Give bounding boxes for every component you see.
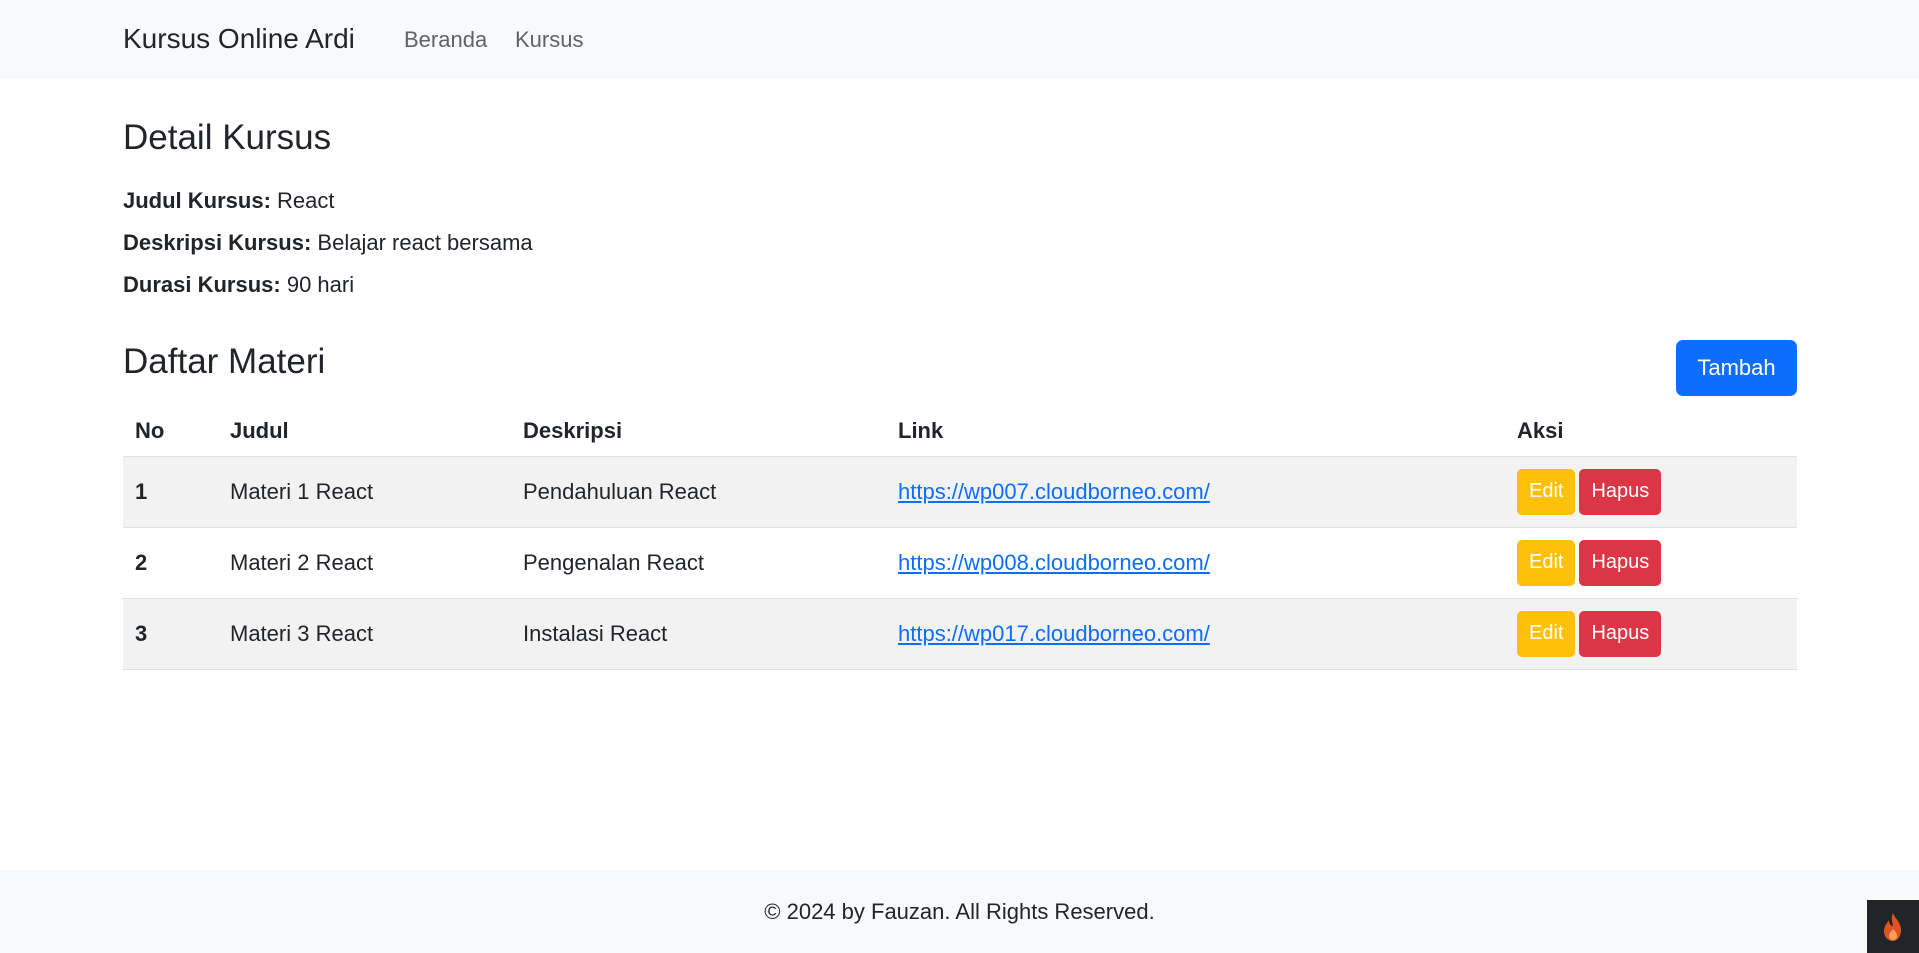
column-header-no: No [123, 406, 218, 457]
cell-link: https://wp017.cloudborneo.com/ [886, 598, 1505, 670]
nav-link-kursus[interactable]: Kursus [515, 26, 583, 54]
edit-button[interactable]: Edit [1517, 610, 1576, 657]
footer-copyright: © 2024 by Fauzan. All Rights Reserved. [764, 899, 1155, 924]
navbar-brand[interactable]: Kursus Online Ardi [123, 22, 355, 56]
cell-judul: Materi 1 React [218, 456, 511, 528]
info-deskripsi-value: Belajar react bersama [317, 230, 533, 255]
column-header-deskripsi: Deskripsi [511, 406, 886, 457]
cell-no: 3 [123, 598, 218, 670]
materi-link[interactable]: https://wp017.cloudborneo.com/ [898, 621, 1210, 646]
cell-aksi: Edit Hapus [1505, 456, 1797, 528]
cell-no: 2 [123, 527, 218, 599]
hapus-button[interactable]: Hapus [1579, 468, 1662, 515]
navbar: Kursus Online Ardi Beranda Kursus [0, 0, 1919, 79]
column-header-link: Link [886, 406, 1505, 457]
column-header-aksi: Aksi [1505, 406, 1797, 457]
nav-link-beranda[interactable]: Beranda [404, 26, 487, 54]
column-header-judul: Judul [218, 406, 511, 457]
table-header-row: No Judul Deskripsi Link Aksi [123, 406, 1797, 457]
cell-deskripsi: Pendahuluan React [511, 456, 886, 528]
info-judul: Judul Kursus: React [123, 187, 335, 215]
table-row: 2 Materi 2 React Pengenalan React https:… [123, 527, 1797, 599]
cell-deskripsi: Pengenalan React [511, 527, 886, 599]
materi-link[interactable]: https://wp007.cloudborneo.com/ [898, 479, 1210, 504]
materi-link[interactable]: https://wp008.cloudborneo.com/ [898, 550, 1210, 575]
footer: © 2024 by Fauzan. All Rights Reserved. [0, 870, 1919, 953]
table-row: 3 Materi 3 React Instalasi React https:/… [123, 598, 1797, 670]
cell-judul: Materi 2 React [218, 527, 511, 599]
corner-widget[interactable] [1867, 900, 1919, 953]
edit-button[interactable]: Edit [1517, 539, 1576, 586]
detail-heading: Detail Kursus [123, 118, 332, 157]
cell-no: 1 [123, 456, 218, 528]
hapus-button[interactable]: Hapus [1579, 539, 1662, 586]
tambah-button[interactable]: Tambah [1676, 340, 1797, 396]
cell-aksi: Edit Hapus [1505, 598, 1797, 670]
materi-table: No Judul Deskripsi Link Aksi 1 Materi 1 … [123, 406, 1797, 670]
edit-button[interactable]: Edit [1517, 468, 1576, 515]
info-judul-label: Judul Kursus: [123, 188, 271, 213]
info-deskripsi-label: Deskripsi Kursus: [123, 230, 312, 255]
cell-aksi: Edit Hapus [1505, 527, 1797, 599]
cell-link: https://wp008.cloudborneo.com/ [886, 527, 1505, 599]
table-row: 1 Materi 1 React Pendahuluan React https… [123, 456, 1797, 528]
materi-heading: Daftar Materi [123, 342, 326, 381]
flame-icon [1884, 912, 1901, 941]
info-durasi: Durasi Kursus: 90 hari [123, 271, 354, 299]
hapus-button[interactable]: Hapus [1579, 610, 1662, 657]
info-deskripsi: Deskripsi Kursus: Belajar react bersama [123, 229, 533, 257]
info-durasi-value: 90 hari [286, 272, 355, 297]
cell-judul: Materi 3 React [218, 598, 511, 670]
cell-link: https://wp007.cloudborneo.com/ [886, 456, 1505, 528]
info-judul-value: React [277, 188, 335, 213]
cell-deskripsi: Instalasi React [511, 598, 886, 670]
info-durasi-label: Durasi Kursus: [123, 272, 281, 297]
